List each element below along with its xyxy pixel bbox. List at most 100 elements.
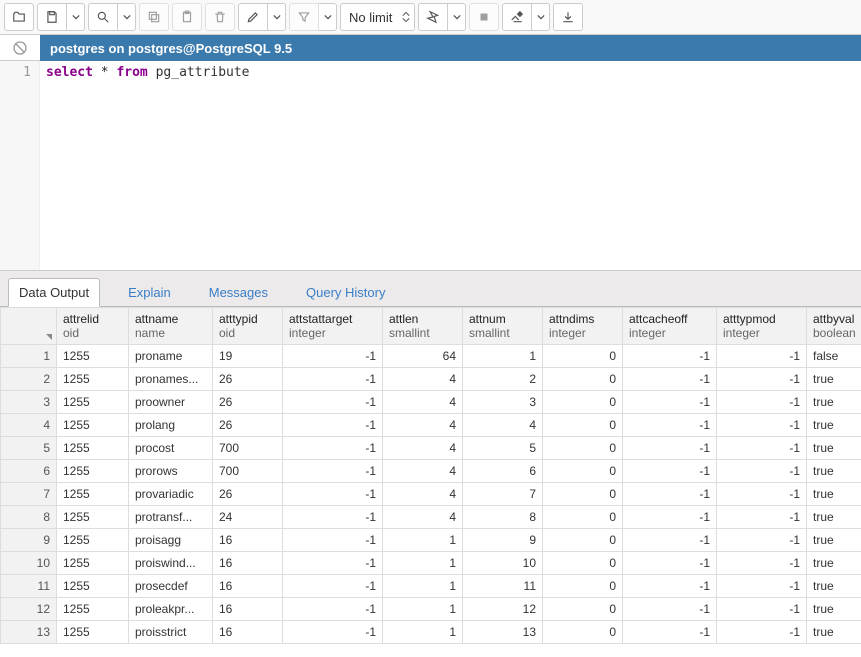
table-row[interactable]: 71255provariadic26-1470-1-1true xyxy=(1,483,861,506)
edit-button[interactable] xyxy=(238,3,268,31)
cell[interactable]: -1 xyxy=(717,483,807,506)
cell[interactable]: 16 xyxy=(213,552,283,575)
cell[interactable]: 3 xyxy=(463,391,543,414)
clear-button[interactable] xyxy=(502,3,532,31)
table-row[interactable]: 81255protransf...24-1480-1-1true xyxy=(1,506,861,529)
row-number-cell[interactable]: 5 xyxy=(1,437,57,460)
row-number-cell[interactable]: 11 xyxy=(1,575,57,598)
cell[interactable]: 1255 xyxy=(57,598,129,621)
cell[interactable]: 1 xyxy=(383,621,463,644)
table-row[interactable]: 111255prosecdef16-11110-1-1true xyxy=(1,575,861,598)
cell[interactable]: -1 xyxy=(623,552,717,575)
cell[interactable]: -1 xyxy=(283,552,383,575)
cell[interactable]: -1 xyxy=(283,368,383,391)
table-row[interactable]: 11255proname19-16410-1-1false xyxy=(1,345,861,368)
sql-editor[interactable]: 1 select * from pg_attribute xyxy=(0,61,861,271)
paste-button[interactable] xyxy=(172,3,202,31)
cell[interactable]: 0 xyxy=(543,598,623,621)
tab-messages[interactable]: Messages xyxy=(199,279,278,306)
cell[interactable]: 4 xyxy=(383,506,463,529)
cell[interactable]: pronames... xyxy=(129,368,213,391)
column-header[interactable]: attlensmallint xyxy=(383,308,463,345)
column-header[interactable]: atttypidoid xyxy=(213,308,283,345)
cell[interactable]: 700 xyxy=(213,437,283,460)
cell[interactable]: 7 xyxy=(463,483,543,506)
cell[interactable]: protransf... xyxy=(129,506,213,529)
cell[interactable]: true xyxy=(807,621,861,644)
cell[interactable]: -1 xyxy=(623,598,717,621)
cell[interactable]: -1 xyxy=(623,506,717,529)
column-header[interactable]: atttypmodinteger xyxy=(717,308,807,345)
cell[interactable]: 26 xyxy=(213,483,283,506)
cell[interactable]: 0 xyxy=(543,460,623,483)
cell[interactable]: false xyxy=(807,345,861,368)
cell[interactable]: 8 xyxy=(463,506,543,529)
cell[interactable]: 26 xyxy=(213,368,283,391)
cell[interactable]: true xyxy=(807,437,861,460)
table-row[interactable]: 61255prorows700-1460-1-1true xyxy=(1,460,861,483)
cell[interactable]: true xyxy=(807,460,861,483)
cell[interactable]: 0 xyxy=(543,368,623,391)
row-number-cell[interactable]: 7 xyxy=(1,483,57,506)
cell[interactable]: 0 xyxy=(543,437,623,460)
cell[interactable]: 1 xyxy=(463,345,543,368)
cell[interactable]: 0 xyxy=(543,529,623,552)
cell[interactable]: true xyxy=(807,552,861,575)
cell[interactable]: -1 xyxy=(283,621,383,644)
find-dropdown[interactable] xyxy=(118,3,136,31)
cell[interactable]: -1 xyxy=(717,368,807,391)
cell[interactable]: -1 xyxy=(623,460,717,483)
cell[interactable]: 10 xyxy=(463,552,543,575)
row-number-cell[interactable]: 12 xyxy=(1,598,57,621)
cell[interactable]: 0 xyxy=(543,621,623,644)
cell[interactable]: true xyxy=(807,506,861,529)
cell[interactable]: -1 xyxy=(717,598,807,621)
cell[interactable]: 4 xyxy=(383,437,463,460)
cell[interactable]: -1 xyxy=(623,368,717,391)
cell[interactable]: 16 xyxy=(213,529,283,552)
cell[interactable]: -1 xyxy=(717,575,807,598)
copy-button[interactable] xyxy=(139,3,169,31)
cell[interactable]: 0 xyxy=(543,483,623,506)
cell[interactable]: 1255 xyxy=(57,345,129,368)
cell[interactable]: -1 xyxy=(717,506,807,529)
row-number-cell[interactable]: 3 xyxy=(1,391,57,414)
cell[interactable]: 4 xyxy=(383,414,463,437)
cell[interactable]: -1 xyxy=(283,391,383,414)
cell[interactable]: -1 xyxy=(283,345,383,368)
cell[interactable]: 0 xyxy=(543,506,623,529)
cell[interactable]: prosecdef xyxy=(129,575,213,598)
cell[interactable]: proleakpr... xyxy=(129,598,213,621)
open-file-button[interactable] xyxy=(4,3,34,31)
table-row[interactable]: 131255proisstrict16-11130-1-1true xyxy=(1,621,861,644)
cell[interactable]: 4 xyxy=(383,368,463,391)
table-row[interactable]: 41255prolang26-1440-1-1true xyxy=(1,414,861,437)
cell[interactable]: 4 xyxy=(383,460,463,483)
cell[interactable]: 1 xyxy=(383,552,463,575)
table-row[interactable]: 121255proleakpr...16-11120-1-1true xyxy=(1,598,861,621)
row-number-cell[interactable]: 10 xyxy=(1,552,57,575)
cell[interactable]: -1 xyxy=(717,552,807,575)
cell[interactable]: -1 xyxy=(623,483,717,506)
column-header[interactable]: attndimsinteger xyxy=(543,308,623,345)
cell[interactable]: -1 xyxy=(283,414,383,437)
cell[interactable]: 0 xyxy=(543,552,623,575)
delete-row-button[interactable] xyxy=(205,3,235,31)
find-button[interactable] xyxy=(88,3,118,31)
cell[interactable]: 0 xyxy=(543,391,623,414)
cell[interactable]: true xyxy=(807,575,861,598)
cell[interactable]: -1 xyxy=(283,506,383,529)
cell[interactable]: 1255 xyxy=(57,368,129,391)
connection-status-icon[interactable] xyxy=(0,35,40,61)
cell[interactable]: true xyxy=(807,391,861,414)
cell[interactable]: prorows xyxy=(129,460,213,483)
row-number-cell[interactable]: 9 xyxy=(1,529,57,552)
cell[interactable]: -1 xyxy=(623,529,717,552)
cell[interactable]: -1 xyxy=(283,460,383,483)
column-header[interactable]: attnamename xyxy=(129,308,213,345)
clear-dropdown[interactable] xyxy=(532,3,550,31)
cell[interactable]: procost xyxy=(129,437,213,460)
cell[interactable]: -1 xyxy=(623,621,717,644)
column-header[interactable]: attrelidoid xyxy=(57,308,129,345)
cell[interactable]: 0 xyxy=(543,575,623,598)
